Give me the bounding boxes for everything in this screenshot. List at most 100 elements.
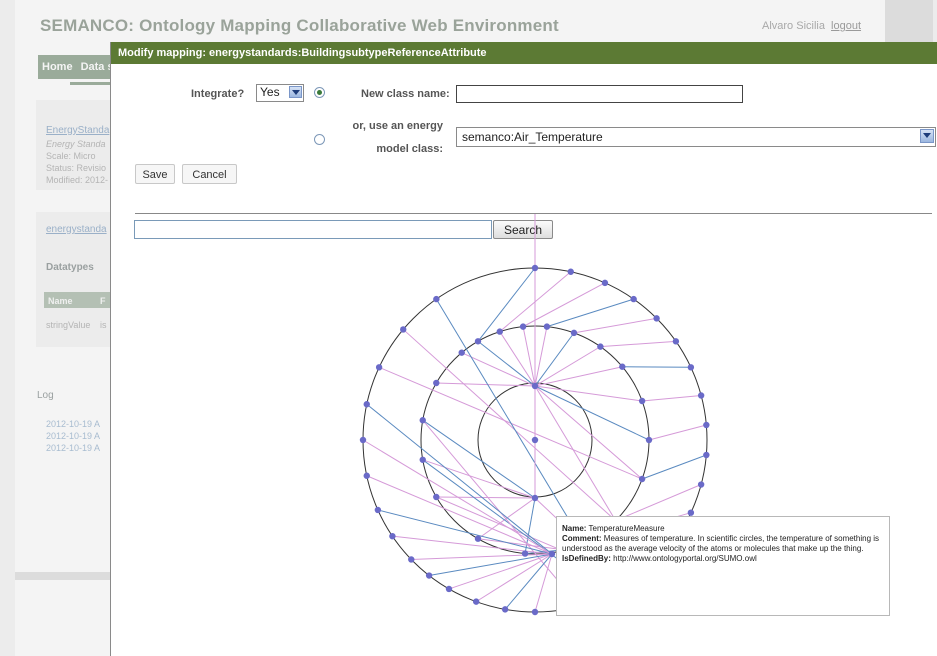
graph-edge: [366, 403, 553, 555]
graph-node[interactable]: [433, 379, 440, 387]
graph-edge: [448, 553, 553, 590]
graph-node[interactable]: [408, 556, 415, 563]
nav-home[interactable]: Home: [42, 61, 73, 73]
graph-edge: [641, 454, 707, 480]
graph-edge: [402, 329, 616, 521]
graph-node[interactable]: [363, 472, 370, 479]
nav-data[interactable]: Data s: [81, 61, 114, 73]
page-footer: [15, 572, 110, 580]
graph-edge: [422, 459, 536, 499]
graph-edge: [546, 298, 634, 328]
graph-node[interactable]: [531, 382, 539, 390]
graph-node[interactable]: [389, 532, 396, 540]
graph-node[interactable]: [567, 268, 574, 275]
graph-edge: [436, 496, 536, 499]
tooltip-name-label: Name:: [562, 524, 587, 533]
tooltip-name: TemperatureMeasure: [588, 524, 665, 533]
graph-edge: [534, 332, 575, 387]
graph-node[interactable]: [687, 509, 695, 516]
ontology-modified: Modified: 2012-: [46, 175, 109, 185]
graph-node[interactable]: [531, 264, 539, 272]
graph-node[interactable]: [703, 451, 710, 459]
graph-node[interactable]: [697, 392, 705, 399]
graph-edge: [377, 509, 553, 555]
ontology-subtitle: Energy Standa: [46, 139, 106, 149]
graph-node[interactable]: [570, 329, 578, 337]
graph-node[interactable]: [496, 328, 503, 335]
datatype-row-f: is: [100, 320, 107, 330]
graph-node[interactable]: [645, 436, 653, 444]
graph-node[interactable]: [375, 364, 383, 371]
graph-node[interactable]: [363, 401, 370, 408]
graph-node[interactable]: [531, 494, 539, 502]
column-name: Name: [48, 296, 73, 306]
mapping-link[interactable]: energystanda: [46, 224, 107, 235]
graph-node[interactable]: [672, 338, 680, 345]
graph-node[interactable]: [419, 456, 426, 463]
user-name: Alvaro Sicilia: [762, 20, 825, 32]
graph-node[interactable]: [703, 421, 710, 429]
graph-node[interactable]: [419, 417, 426, 424]
datatype-row-name: stringValue: [46, 320, 91, 330]
graph-node[interactable]: [697, 481, 705, 488]
graph-node[interactable]: [601, 279, 609, 287]
graph-edge: [648, 424, 707, 441]
graph-edge: [534, 385, 643, 480]
log-entry[interactable]: 2012-10-19 A: [46, 419, 100, 429]
tooltip-comment: Measures of temperature. In scientific c…: [562, 534, 880, 553]
log-heading: Log: [37, 390, 54, 401]
graph-node[interactable]: [474, 535, 482, 542]
graph-node[interactable]: [458, 349, 465, 356]
graph-node[interactable]: [521, 550, 529, 557]
logout-link[interactable]: logout: [831, 20, 861, 32]
graph-node[interactable]: [531, 608, 539, 616]
graph-edge: [573, 317, 657, 334]
graph-node[interactable]: [474, 338, 482, 345]
graph-node[interactable]: [687, 364, 695, 371]
graph-edge: [477, 267, 536, 342]
graph-node[interactable]: [619, 363, 626, 370]
graph-edge: [366, 475, 553, 555]
graph-node[interactable]: [433, 493, 440, 501]
graph-node[interactable]: [638, 397, 646, 405]
graph-edge: [642, 394, 702, 402]
graph-node[interactable]: [425, 572, 433, 579]
tooltip-comment-label: Comment:: [562, 534, 602, 543]
graph-edge: [534, 385, 617, 521]
graph-node[interactable]: [543, 323, 551, 330]
graph-node[interactable]: [374, 506, 382, 514]
ontology-scale: Scale: Micro: [46, 151, 96, 161]
tooltip-defined-label: IsDefinedBy:: [562, 554, 611, 563]
graph-node[interactable]: [597, 343, 604, 350]
graph-node[interactable]: [653, 315, 660, 322]
ontology-link[interactable]: EnergyStanda: [46, 125, 109, 136]
graph-node[interactable]: [445, 585, 453, 593]
graph-node[interactable]: [638, 475, 646, 483]
datatypes-heading: Datatypes: [46, 262, 94, 273]
graph-node[interactable]: [359, 436, 367, 444]
graph-node-center[interactable]: [531, 436, 539, 444]
graph-node[interactable]: [433, 295, 440, 303]
log-entry[interactable]: 2012-10-19 A: [46, 431, 100, 441]
graph-node[interactable]: [501, 606, 509, 613]
graph-edge: [534, 346, 601, 387]
graph-node[interactable]: [548, 550, 556, 558]
node-tooltip: Name: TemperatureMeasure Comment: Measur…: [556, 516, 890, 616]
graph-node[interactable]: [519, 323, 527, 330]
graph-node[interactable]: [472, 598, 480, 605]
user-info: Alvaro Sicilia logout: [762, 20, 861, 32]
graph-node[interactable]: [630, 295, 637, 303]
graph-edge: [622, 366, 691, 368]
app-title: SEMANCO: Ontology Mapping Collaborative …: [40, 16, 559, 35]
column-f: F: [100, 296, 106, 306]
graph-edge: [411, 553, 553, 560]
graph-edge: [534, 366, 623, 387]
nav-underline: [70, 82, 112, 85]
graph-edge: [600, 340, 676, 348]
graph-edge: [429, 553, 553, 577]
tooltip-defined: http://www.ontologyportal.org/SUMO.owl: [613, 554, 757, 563]
log-entry[interactable]: 2012-10-19 A: [46, 443, 100, 453]
graph-node[interactable]: [400, 326, 407, 333]
ontology-status: Status: Revisio: [46, 163, 107, 173]
modify-mapping-dialog: Modify mapping: energystandards:Building…: [110, 42, 937, 656]
